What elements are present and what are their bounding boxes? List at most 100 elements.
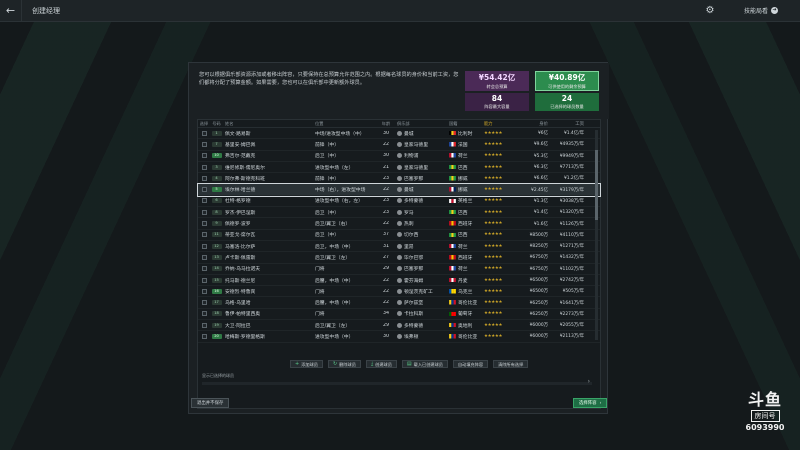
topbar-link[interactable]: 技能局看 ➜ [744, 6, 779, 15]
checkbox[interactable] [201, 209, 207, 215]
table-row[interactable]: 17 乌格·乌里哈 后腰，中场（中） 22 萨尔兹堡 哥伦比亚 ★★★★★ ¥6250万 ¥16… [198, 297, 600, 309]
checkbox[interactable] [201, 175, 207, 181]
checkbox[interactable] [201, 300, 207, 306]
player-name[interactable]: 托马斯·德兰尼 [223, 277, 315, 284]
player-name[interactable]: 马塞洛·比尔萨 [223, 243, 315, 250]
select-squad-button[interactable]: 选择阵容 › [573, 398, 608, 408]
table-row[interactable]: 19 大卫·阿拉巴 后卫/翼卫（左） 29 多特蒙德 奥地利 ★★★★★ ¥6000万 ¥205… [198, 320, 600, 332]
table-row[interactable]: 10 弗吉尔·范戴克 后卫（中） 30 利物浦 荷兰 ★★★★★ ¥5.3亿 ¥9949万/年 [198, 151, 600, 162]
checkbox[interactable] [201, 254, 207, 260]
checkbox[interactable] [201, 243, 207, 249]
checkbox[interactable] [201, 153, 207, 159]
row-checkbox[interactable] [198, 322, 210, 328]
checkbox[interactable] [201, 130, 207, 136]
table-row[interactable]: 13 卢卡斯·佩雷斯 后卫/翼卫（左） 27 毕尔巴鄂 西班牙 ★★★★★ ¥6750万 ¥14… [198, 252, 600, 264]
row-checkbox[interactable] [198, 153, 210, 159]
table-row[interactable]: 4 阿尔弗·斯德克科班 前锋（中） 23 巴塞罗那 挪威 ★★★★★ ¥6.6亿 ¥1.2亿/年 [198, 173, 600, 185]
action-button[interactable]: ▤ 载入已创建球员 [401, 360, 448, 368]
row-checkbox[interactable] [198, 130, 210, 136]
col-header[interactable]: 身价 [520, 121, 548, 127]
table-row[interactable]: 15 托马斯·德兰尼 后腰，中场（中） 22 霍芬海姆 丹麦 ★★★★★ ¥6500万 ¥274… [198, 275, 600, 287]
table-row[interactable]: 11 蒂亚戈·席尔瓦 后卫（中） 37 切尔西 巴西 ★★★★★ ¥8500万 ¥4110万/年 [198, 230, 600, 241]
player-name[interactable]: 安德烈·特鲁宾 [223, 288, 315, 295]
back-arrow-icon[interactable]: ← [0, 0, 22, 22]
checkbox[interactable] [201, 277, 207, 283]
col-header[interactable]: 俱乐部 [397, 121, 449, 127]
table-scrollbar[interactable] [595, 130, 598, 340]
table-row[interactable]: 20 哈梅斯·罗德里格斯 进攻型中场（中） 30 埃弗顿 哥伦比亚 ★★★★★ ¥6000万 ¥… [198, 331, 600, 343]
filter-selected-label[interactable]: 显示已选择的球员 [202, 373, 234, 379]
checkbox[interactable] [201, 311, 207, 317]
row-checkbox[interactable] [198, 175, 210, 181]
table-row[interactable]: 14 乔纳·乌马拉诺夫 门将 29 巴塞罗那 荷兰 ★★★★★ ¥6750万 ¥1102万/年 [198, 264, 600, 275]
row-checkbox[interactable] [198, 288, 210, 294]
checkbox[interactable] [201, 164, 207, 170]
row-checkbox[interactable] [198, 300, 210, 306]
row-checkbox[interactable] [198, 254, 210, 260]
player-name[interactable]: 维尼修斯·儒尼奥尔 [223, 164, 315, 171]
action-button[interactable]: 清除所有选择 [493, 360, 529, 368]
row-checkbox[interactable] [198, 187, 210, 193]
chevron-right-icon[interactable]: › [588, 378, 590, 385]
col-header[interactable]: 国籍 [449, 121, 484, 127]
player-name[interactable]: 哈梅斯·罗德里格斯 [223, 333, 315, 340]
table-row[interactable]: 12 马塞洛·比尔萨 后卫，中场（中） 31 里昂 荷兰 ★★★★★ ¥8250万 ¥1271万… [198, 241, 600, 253]
checkbox[interactable] [201, 333, 207, 339]
gear-icon[interactable]: ⚙ [704, 5, 716, 17]
player-name[interactable]: 阿尔弗·斯德克科班 [223, 175, 315, 182]
exit-without-saving-button[interactable]: 退出并不保存 [191, 398, 230, 408]
table-row[interactable]: 7 基里安·姆巴佩 前锋（中） 22 皇家马德里 法国 ★★★★★ ¥9.6亿 ¥4935万/年 [198, 139, 600, 151]
checkbox[interactable] [201, 221, 207, 227]
action-button[interactable]: + 添加球员 [290, 360, 323, 368]
table-row[interactable]: 6 杜特·格罗德 进攻型中场（右，左） 23 多特蒙德 英格兰 ★★★★★ ¥1.3亿 ¥303… [198, 196, 600, 208]
player-name[interactable]: 弗吉尔·范戴克 [223, 152, 315, 159]
player-name[interactable]: 埃尔林·哈兰德 [223, 186, 315, 193]
col-header[interactable]: 姓名 [223, 121, 315, 127]
checkbox[interactable] [201, 322, 207, 328]
col-header[interactable]: 选择 [198, 121, 210, 127]
player-name[interactable]: 鲁伊·帕特里西奥 [223, 310, 315, 317]
row-checkbox[interactable] [198, 232, 210, 238]
checkbox[interactable] [201, 187, 207, 193]
row-checkbox[interactable] [198, 164, 210, 170]
player-name[interactable]: 罗杰·伊巴涅斯 [223, 209, 315, 216]
scrollbar-thumb[interactable] [595, 150, 598, 220]
row-checkbox[interactable] [198, 141, 210, 147]
row-checkbox[interactable] [198, 277, 210, 283]
player-name[interactable]: 乔纳·乌马拉诺夫 [223, 265, 315, 272]
player-name[interactable]: 蒂亚戈·席尔瓦 [223, 231, 315, 238]
row-checkbox[interactable] [198, 221, 210, 227]
horizontal-scrollbar[interactable] [202, 382, 592, 385]
checkbox[interactable] [201, 266, 207, 272]
row-checkbox[interactable] [198, 198, 210, 204]
col-header[interactable]: 能力 [484, 121, 520, 127]
table-row[interactable]: 5 埃尔林·哈兰德 中场（右），进攻型中场 22 曼城 挪威 ★★★★★ ¥2.45亿 ¥317… [197, 183, 601, 197]
action-button[interactable]: ↻ 删除球员 [327, 360, 361, 368]
player-name[interactable]: 杜特·格罗德 [223, 197, 315, 204]
row-checkbox[interactable] [198, 311, 210, 317]
player-name[interactable]: 卢卡斯·佩雷斯 [223, 254, 315, 261]
col-header[interactable]: 位置 [315, 121, 375, 127]
col-header[interactable]: 年龄 [375, 121, 397, 127]
row-checkbox[interactable] [198, 243, 210, 249]
table-row[interactable]: 1 佩文·路易斯 中场/进攻型中场（中） 30 曼城 比利时 ★★★★★ ¥6亿 ¥1.4亿/年 [198, 128, 600, 140]
checkbox[interactable] [201, 288, 207, 294]
row-checkbox[interactable] [198, 209, 210, 215]
table-row[interactable]: 16 安德烈·特鲁宾 门将 22 顿涅茨克矿工 乌克兰 ★★★★★ ¥6500万 ¥505万/年 [198, 286, 600, 298]
checkbox[interactable] [201, 198, 207, 204]
row-checkbox[interactable] [198, 333, 210, 339]
row-checkbox[interactable] [198, 266, 210, 272]
player-name[interactable]: 乌格·乌里哈 [223, 299, 315, 306]
action-button[interactable]: ⤓ 创建球员 [365, 360, 397, 368]
player-name[interactable]: 佩文·路易斯 [223, 130, 315, 137]
checkbox[interactable] [201, 232, 207, 238]
player-name[interactable]: 大卫·阿拉巴 [223, 322, 315, 329]
player-name[interactable]: 佩德罗·波罗 [223, 220, 315, 227]
col-header[interactable]: 号码 [210, 121, 223, 127]
table-row[interactable]: 3 维尼修斯·儒尼奥尔 进攻型中场（左） 21 皇家马德里 巴西 ★★★★★ ¥6.3亿 ¥77… [198, 162, 600, 174]
table-row[interactable]: 9 佩德罗·波罗 后卫/翼卫（右） 22 热刺 西班牙 ★★★★★ ¥1.6亿 ¥1126万/年 [198, 218, 600, 230]
action-button[interactable]: 自动填充阵容 [452, 360, 489, 368]
table-row[interactable]: 18 鲁伊·帕特里西奥 门将 34 卡拉科斯 葡萄牙 ★★★★★ ¥6250万 ¥2273万/年 [198, 309, 600, 321]
table-row[interactable]: 8 罗杰·伊巴涅斯 后卫（中） 23 罗马 巴西 ★★★★★ ¥1.4亿 ¥1320万/年 [198, 207, 600, 219]
checkbox[interactable] [201, 141, 207, 147]
